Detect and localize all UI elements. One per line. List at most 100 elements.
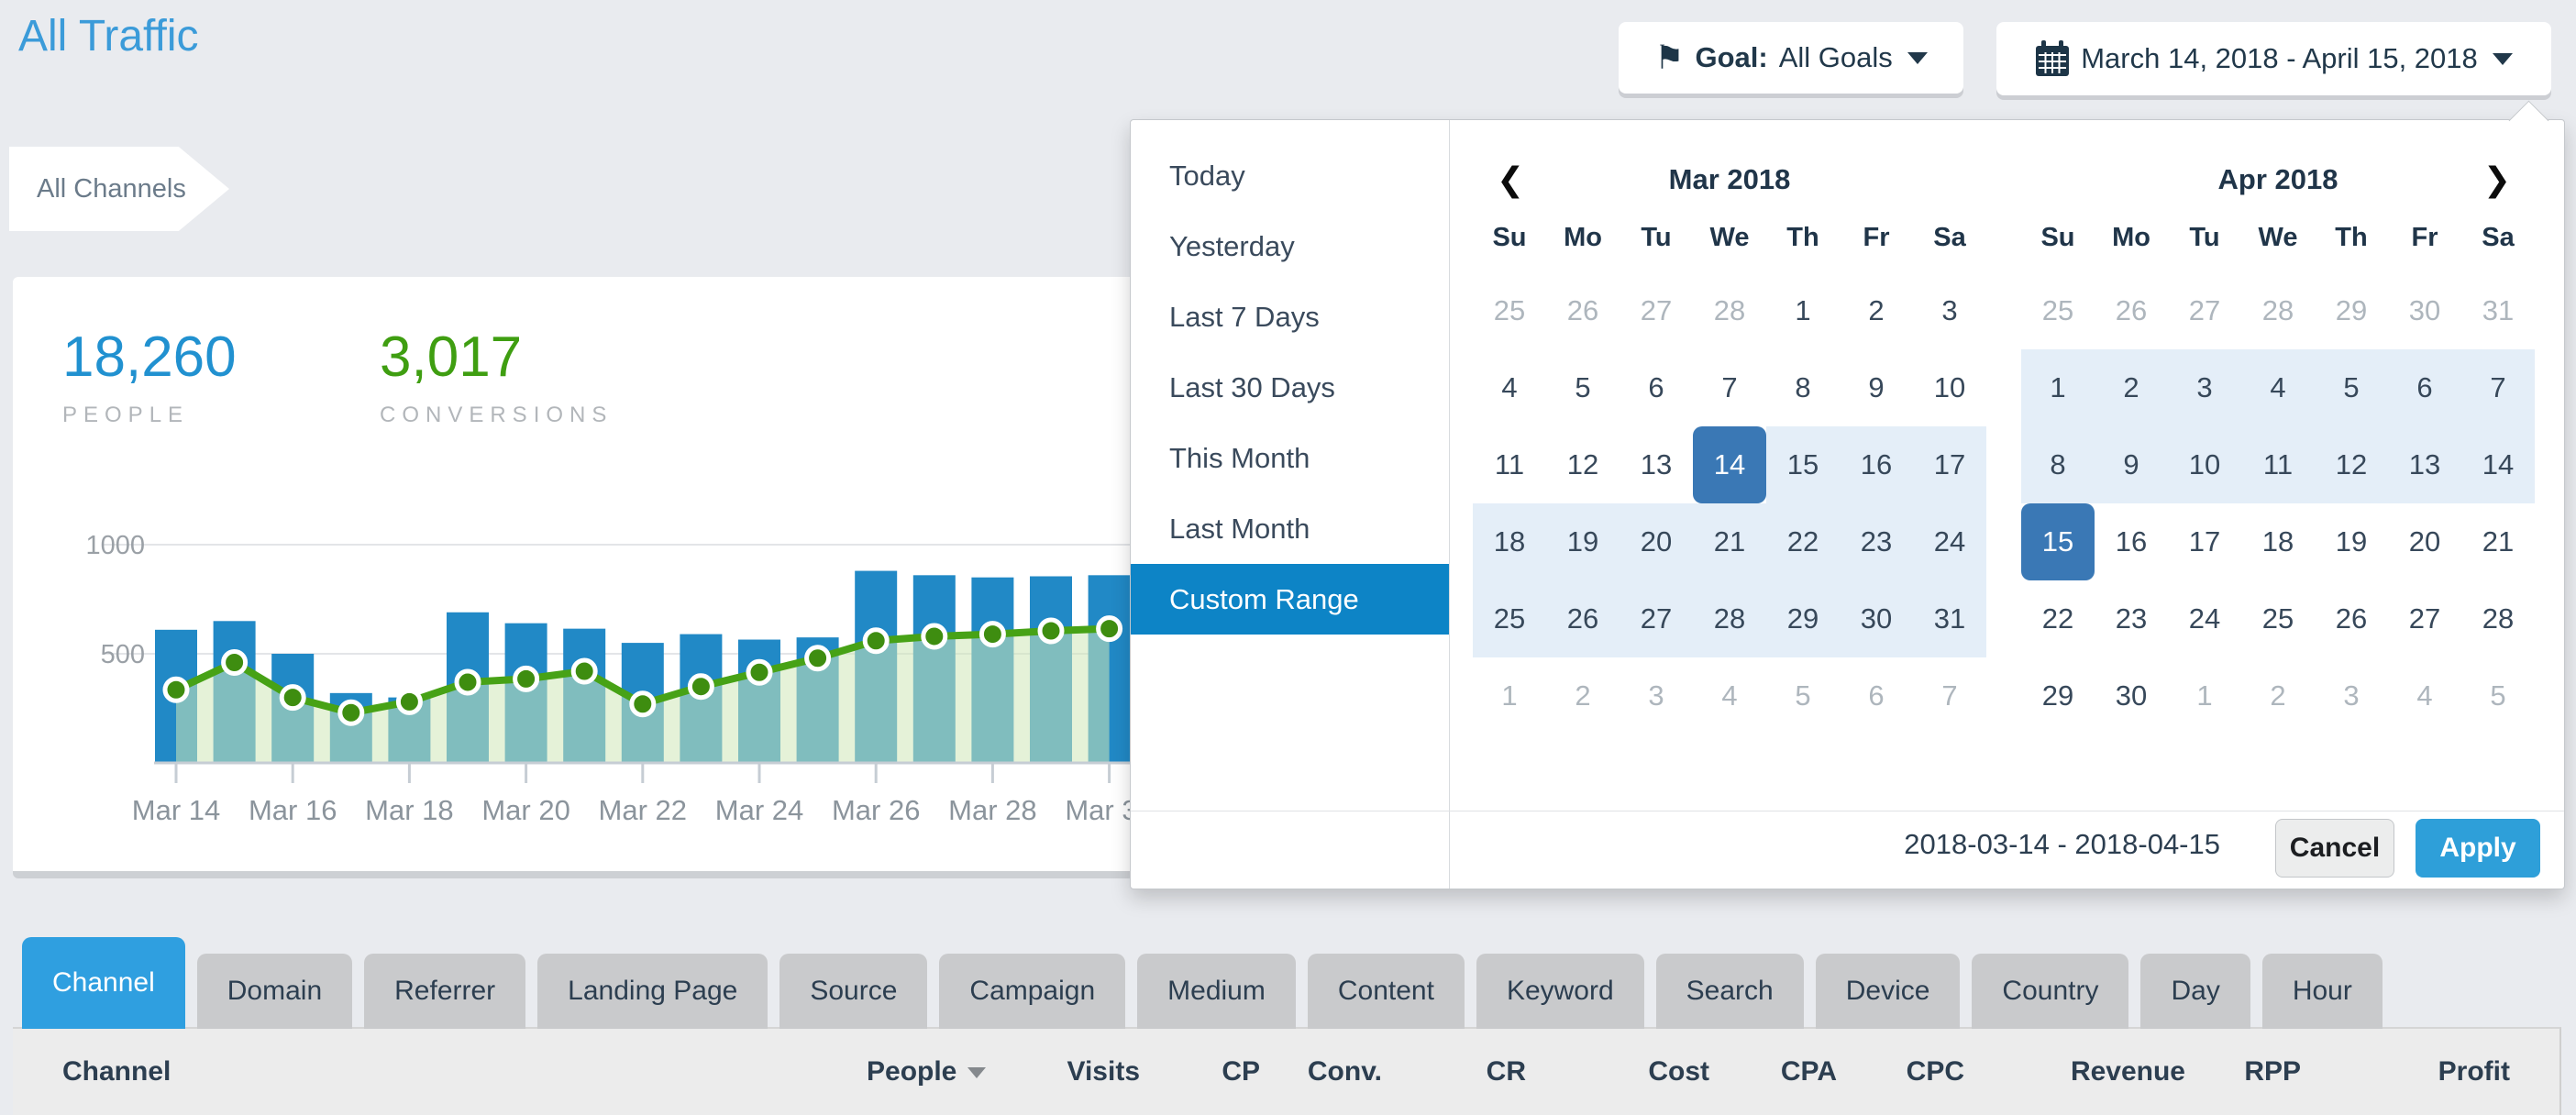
day-cell[interactable]: 4 [2388, 657, 2461, 734]
column-header-rpp[interactable]: RPP [2244, 1029, 2301, 1115]
day-cell[interactable]: 22 [1766, 503, 1840, 580]
day-cell[interactable]: 30 [1840, 580, 1913, 657]
preset-this-month[interactable]: This Month [1131, 423, 1449, 493]
day-cell[interactable]: 29 [2021, 657, 2095, 734]
day-cell[interactable]: 24 [1913, 503, 1986, 580]
day-cell[interactable]: 10 [1913, 349, 1986, 426]
preset-yesterday[interactable]: Yesterday [1131, 211, 1449, 282]
day-cell[interactable]: 7 [1913, 657, 1986, 734]
day-cell[interactable]: 31 [2461, 272, 2535, 349]
day-cell[interactable]: 1 [2021, 349, 2095, 426]
day-cell[interactable]: 27 [1620, 272, 1693, 349]
day-cell[interactable]: 27 [2168, 272, 2241, 349]
tab-day[interactable]: Day [2140, 954, 2250, 1029]
day-cell[interactable]: 11 [1473, 426, 1546, 503]
column-header-visits[interactable]: Visits [1067, 1029, 1141, 1115]
next-month-icon[interactable]: ❯ [2483, 148, 2511, 212]
day-cell[interactable]: 19 [2315, 503, 2388, 580]
day-cell[interactable]: 2 [1840, 272, 1913, 349]
goal-dropdown-button[interactable]: ⚑ Goal: All Goals [1619, 22, 1963, 94]
date-range-dropdown-button[interactable]: March 14, 2018 - April 15, 2018 [1996, 22, 2551, 95]
day-cell[interactable]: 23 [1840, 503, 1913, 580]
column-header-cp[interactable]: CP [1222, 1029, 1260, 1115]
day-cell[interactable]: 29 [1766, 580, 1840, 657]
day-cell[interactable]: 5 [2461, 657, 2535, 734]
tab-country[interactable]: Country [1972, 954, 2128, 1029]
preset-today[interactable]: Today [1131, 140, 1449, 211]
tab-campaign[interactable]: Campaign [939, 954, 1125, 1029]
day-cell[interactable]: 23 [2095, 580, 2168, 657]
day-cell[interactable]: 26 [1546, 580, 1620, 657]
column-header-people[interactable]: People [867, 1029, 986, 1115]
apply-button[interactable]: Apply [2416, 819, 2540, 878]
tab-content[interactable]: Content [1308, 954, 1465, 1029]
day-cell[interactable]: 3 [2168, 349, 2241, 426]
day-cell[interactable]: 25 [1473, 272, 1546, 349]
tab-referrer[interactable]: Referrer [364, 954, 525, 1029]
day-cell[interactable]: 13 [2388, 426, 2461, 503]
day-cell[interactable]: 3 [1620, 657, 1693, 734]
day-cell[interactable]: 4 [2241, 349, 2315, 426]
column-header-channel[interactable]: Channel [62, 1029, 171, 1115]
day-cell[interactable]: 13 [1620, 426, 1693, 503]
day-cell[interactable]: 4 [1693, 657, 1766, 734]
day-cell[interactable]: 17 [2168, 503, 2241, 580]
day-cell[interactable]: 27 [2388, 580, 2461, 657]
day-cell[interactable]: 25 [2021, 272, 2095, 349]
tab-device[interactable]: Device [1816, 954, 1961, 1029]
day-cell[interactable]: 6 [1620, 349, 1693, 426]
day-cell[interactable]: 26 [1546, 272, 1620, 349]
column-header-profit[interactable]: Profit [2438, 1029, 2510, 1115]
day-cell[interactable]: 3 [2315, 657, 2388, 734]
day-cell[interactable]: 26 [2315, 580, 2388, 657]
day-cell[interactable]: 22 [2021, 580, 2095, 657]
tab-domain[interactable]: Domain [197, 954, 352, 1029]
column-header-revenue[interactable]: Revenue [2071, 1029, 2185, 1115]
day-cell[interactable]: 3 [1913, 272, 1986, 349]
column-header-cr[interactable]: CR [1487, 1029, 1526, 1115]
day-cell[interactable]: 17 [1913, 426, 1986, 503]
day-cell[interactable]: 2 [2241, 657, 2315, 734]
day-cell[interactable]: 21 [2461, 503, 2535, 580]
tab-landing-page[interactable]: Landing Page [537, 954, 768, 1029]
day-cell[interactable]: 2 [1546, 657, 1620, 734]
day-cell[interactable]: 1 [1473, 657, 1546, 734]
day-cell[interactable]: 20 [2388, 503, 2461, 580]
day-cell[interactable]: 6 [2388, 349, 2461, 426]
day-cell[interactable]: 9 [1840, 349, 1913, 426]
day-cell[interactable]: 24 [2168, 580, 2241, 657]
day-cell[interactable]: 6 [1840, 657, 1913, 734]
day-cell[interactable]: 12 [1546, 426, 1620, 503]
day-cell-selected[interactable]: 14 [1693, 426, 1766, 503]
day-cell[interactable]: 16 [2095, 503, 2168, 580]
day-cell[interactable]: 15 [1766, 426, 1840, 503]
tab-keyword[interactable]: Keyword [1476, 954, 1644, 1029]
day-cell[interactable]: 18 [1473, 503, 1546, 580]
day-cell[interactable]: 25 [2241, 580, 2315, 657]
day-cell[interactable]: 10 [2168, 426, 2241, 503]
day-cell[interactable]: 26 [2095, 272, 2168, 349]
day-cell[interactable]: 5 [1546, 349, 1620, 426]
day-cell[interactable]: 12 [2315, 426, 2388, 503]
day-cell[interactable]: 30 [2388, 272, 2461, 349]
day-cell[interactable]: 31 [1913, 580, 1986, 657]
preset-last-30-days[interactable]: Last 30 Days [1131, 352, 1449, 423]
preset-last-7-days[interactable]: Last 7 Days [1131, 282, 1449, 352]
day-cell[interactable]: 11 [2241, 426, 2315, 503]
breadcrumb-all-channels[interactable]: All Channels [9, 147, 229, 231]
day-cell[interactable]: 5 [1766, 657, 1840, 734]
day-cell[interactable]: 28 [2241, 272, 2315, 349]
day-cell[interactable]: 14 [2461, 426, 2535, 503]
day-cell[interactable]: 1 [1766, 272, 1840, 349]
day-cell[interactable]: 27 [1620, 580, 1693, 657]
day-cell[interactable]: 1 [2168, 657, 2241, 734]
column-header-cost[interactable]: Cost [1648, 1029, 1709, 1115]
preset-last-month[interactable]: Last Month [1131, 493, 1449, 564]
day-cell[interactable]: 16 [1840, 426, 1913, 503]
cancel-button[interactable]: Cancel [2275, 819, 2394, 878]
column-header-cpc[interactable]: CPC [1907, 1029, 1964, 1115]
day-cell[interactable]: 28 [1693, 580, 1766, 657]
day-cell[interactable]: 25 [1473, 580, 1546, 657]
tab-medium[interactable]: Medium [1137, 954, 1296, 1029]
previous-month-icon[interactable]: ❮ [1497, 148, 1524, 212]
